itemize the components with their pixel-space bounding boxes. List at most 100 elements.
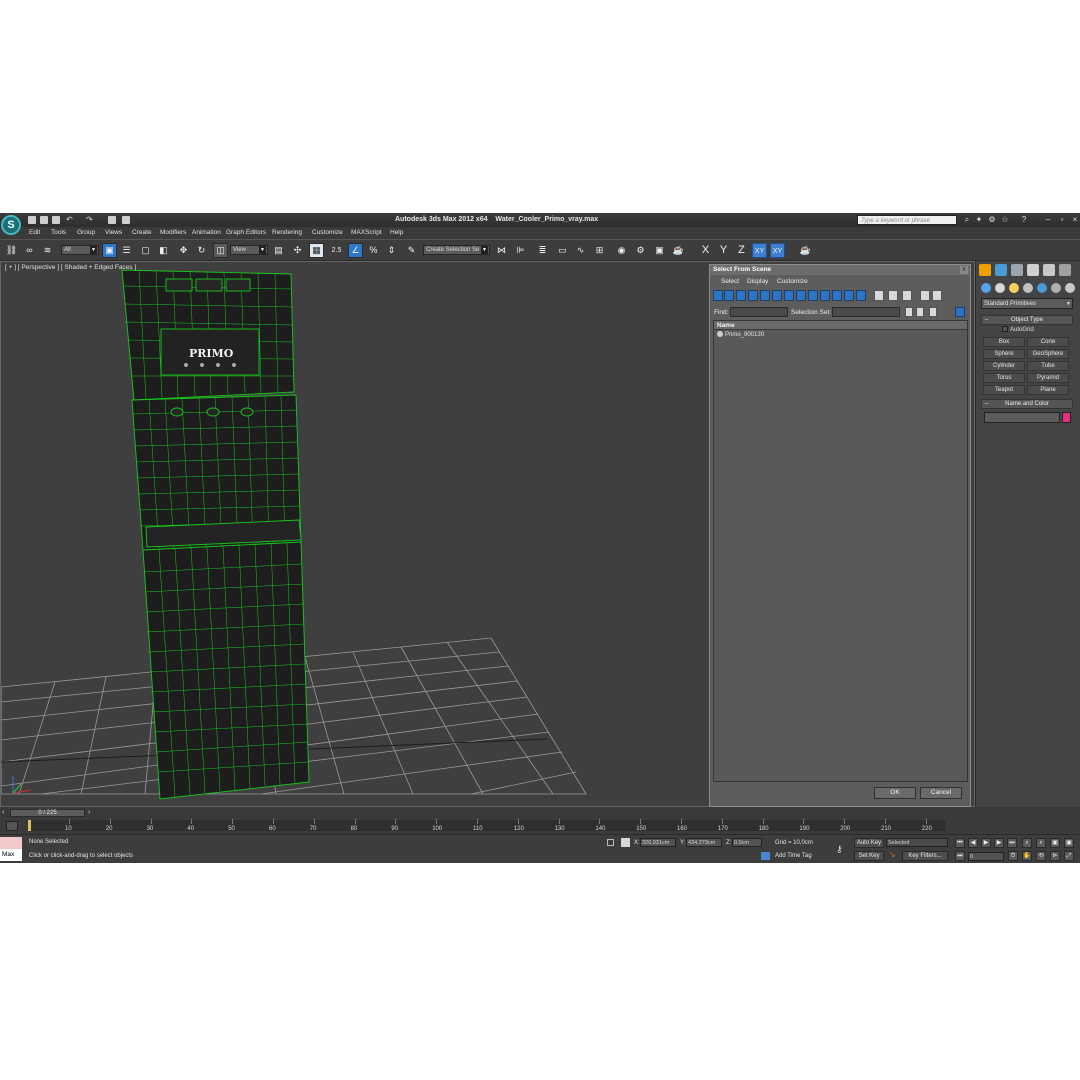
dialog-menu-select[interactable]: Select xyxy=(721,278,739,285)
menu-modifiers[interactable]: Modifiers xyxy=(160,229,186,236)
current-frame-field[interactable]: 0 xyxy=(968,852,1004,861)
go-to-start-icon[interactable]: ⏮ xyxy=(955,838,965,848)
hold-icon[interactable] xyxy=(108,216,116,224)
pan-icon[interactable]: ✋ xyxy=(1022,851,1032,861)
close-icon[interactable]: x xyxy=(960,266,968,274)
material-editor-icon[interactable]: ◉ xyxy=(614,243,629,258)
geometry-icon[interactable] xyxy=(981,283,991,293)
menu-create[interactable]: Create xyxy=(132,229,152,236)
time-slider[interactable]: ‹ 0 / 225 › xyxy=(0,807,1080,818)
xrefs-filter-icon[interactable] xyxy=(796,290,806,301)
cameras-filter-icon[interactable] xyxy=(748,290,758,301)
dialog-menu-display[interactable]: Display xyxy=(747,278,768,285)
schematic-view-icon[interactable]: ⊞ xyxy=(592,243,607,258)
menu-views[interactable]: Views xyxy=(105,229,122,236)
hierarchy-tab-icon[interactable] xyxy=(1011,264,1023,276)
select-by-name-icon[interactable]: ☰ xyxy=(119,243,134,258)
menu-customize[interactable]: Customize xyxy=(312,229,343,236)
select-rotate-icon[interactable]: ↻ xyxy=(194,243,209,258)
hidden-filter-icon[interactable] xyxy=(844,290,854,301)
key-mode-toggle-icon[interactable]: ⏭ xyxy=(955,851,965,861)
set-key-filter-icon[interactable]: ↘ xyxy=(889,851,896,859)
subscription-icon[interactable]: ✦ xyxy=(975,216,983,224)
snaps-toggle-icon[interactable]: 2.5 xyxy=(329,243,344,258)
maximize-viewport-icon[interactable]: ⤢ xyxy=(1064,851,1074,861)
restore-icon[interactable]: ▫ xyxy=(1058,216,1066,224)
object-name-input[interactable] xyxy=(984,412,1060,423)
sync-selection-icon[interactable] xyxy=(920,290,930,301)
menu-animation[interactable]: Animation xyxy=(192,229,221,236)
groups-filter-icon[interactable] xyxy=(784,290,794,301)
space-warps-filter-icon[interactable] xyxy=(772,290,782,301)
modify-tab-icon[interactable] xyxy=(995,264,1007,276)
plane-button[interactable]: Plane xyxy=(1027,385,1069,395)
y-coordinate-field[interactable]: 434,279cm xyxy=(686,838,722,847)
cone-button[interactable]: Cone xyxy=(1027,337,1069,347)
close-icon[interactable]: × xyxy=(1071,216,1079,224)
box-button[interactable]: Box xyxy=(983,337,1025,347)
previous-frame-icon[interactable]: ◀ xyxy=(968,838,978,848)
maxscript-listener[interactable]: Max xyxy=(0,837,22,861)
minimize-icon[interactable]: – xyxy=(1044,216,1052,224)
axis-y-button[interactable]: Y xyxy=(716,243,731,258)
bones-filter-icon[interactable] xyxy=(808,290,818,301)
maxscript-output[interactable] xyxy=(0,837,22,849)
time-configuration-icon[interactable]: ⏱ xyxy=(1008,851,1018,861)
favorites-icon[interactable]: ☆ xyxy=(1001,216,1009,224)
rectangular-selection-icon[interactable]: ▢ xyxy=(138,243,153,258)
object-type-rollout[interactable]: Object Type xyxy=(981,315,1073,325)
percent-snap-icon[interactable]: % xyxy=(366,243,381,258)
remove-selection-set-icon[interactable] xyxy=(929,307,937,317)
select-all-icon[interactable] xyxy=(874,290,884,301)
autogrid-box[interactable] xyxy=(1002,326,1008,332)
select-object-icon[interactable]: ▣ xyxy=(102,243,117,258)
keyboard-shortcut-override-icon[interactable]: ▦ xyxy=(309,243,324,258)
help-search-input[interactable]: Type a keyword or phrase xyxy=(857,215,957,225)
create-tab-icon[interactable] xyxy=(979,264,991,276)
communication-icon[interactable]: ⚙ xyxy=(988,216,996,224)
mirror-icon[interactable]: ⋈ xyxy=(494,243,509,258)
search-icon[interactable]: ⌕ xyxy=(963,216,971,224)
pyramid-button[interactable]: Pyramid xyxy=(1027,373,1069,383)
render-production-icon[interactable]: ☕ xyxy=(671,243,686,258)
cancel-button[interactable]: Cancel xyxy=(920,787,962,799)
maxscript-input[interactable]: Max xyxy=(0,849,22,861)
cameras-icon[interactable] xyxy=(1023,283,1033,293)
time-slider-thumb[interactable]: 0 / 225 xyxy=(10,809,85,817)
cylinder-button[interactable]: Cylinder xyxy=(983,361,1025,371)
zoom-all-icon[interactable]: ⌕ xyxy=(1036,838,1046,848)
helpers-filter-icon[interactable] xyxy=(760,290,770,301)
selection-set-options-icon[interactable] xyxy=(905,307,913,317)
object-category-dropdown[interactable]: Standard Primitives xyxy=(981,298,1073,309)
menu-rendering[interactable]: Rendering xyxy=(272,229,302,236)
next-frame-arrow-icon[interactable]: › xyxy=(88,809,90,816)
select-move-icon[interactable]: ✥ xyxy=(176,243,191,258)
zoom-extents-all-icon[interactable]: ▣ xyxy=(1064,838,1074,848)
containers-filter-icon[interactable] xyxy=(820,290,830,301)
find-input[interactable] xyxy=(730,307,788,317)
track-bar[interactable]: 10 20 30 40 50 60 70 80 90 100 110 120 130 140 150 160 1… xyxy=(0,818,1080,834)
bind-space-warp-icon[interactable]: ≋ xyxy=(40,243,55,258)
frozen-filter-icon[interactable] xyxy=(832,290,842,301)
named-selection-dropdown[interactable]: Create Selection Se xyxy=(423,245,490,255)
key-icon[interactable]: ⚷ xyxy=(836,844,843,855)
add-selection-set-icon[interactable] xyxy=(916,307,924,317)
pivot-center-icon[interactable]: ▤ xyxy=(271,243,286,258)
axis-xy-button[interactable]: XY xyxy=(752,243,767,258)
selection-filter-dropdown[interactable]: All xyxy=(61,245,99,255)
zoom-extents-icon[interactable]: ▣ xyxy=(1050,838,1060,848)
link-icon[interactable]: ⛓ xyxy=(4,243,19,258)
auto-key-button[interactable]: Auto Key xyxy=(854,838,884,848)
next-frame-icon[interactable]: ▶ xyxy=(994,838,1004,848)
tube-button[interactable]: Tube xyxy=(1027,361,1069,371)
selection-lock-icon[interactable] xyxy=(607,839,614,846)
helpers-icon[interactable] xyxy=(1037,283,1047,293)
axis-xy-cycle-button[interactable]: XY xyxy=(770,243,785,258)
shapes-filter-icon[interactable] xyxy=(724,290,734,301)
menu-tools[interactable]: Tools xyxy=(51,229,66,236)
redo-icon[interactable]: ↷ xyxy=(86,216,94,224)
axis-z-button[interactable]: Z xyxy=(734,243,749,258)
name-and-color-rollout[interactable]: Name and Color xyxy=(981,399,1073,409)
app-logo-icon[interactable]: S xyxy=(1,215,21,235)
play-icon[interactable]: ▶ xyxy=(981,838,991,848)
